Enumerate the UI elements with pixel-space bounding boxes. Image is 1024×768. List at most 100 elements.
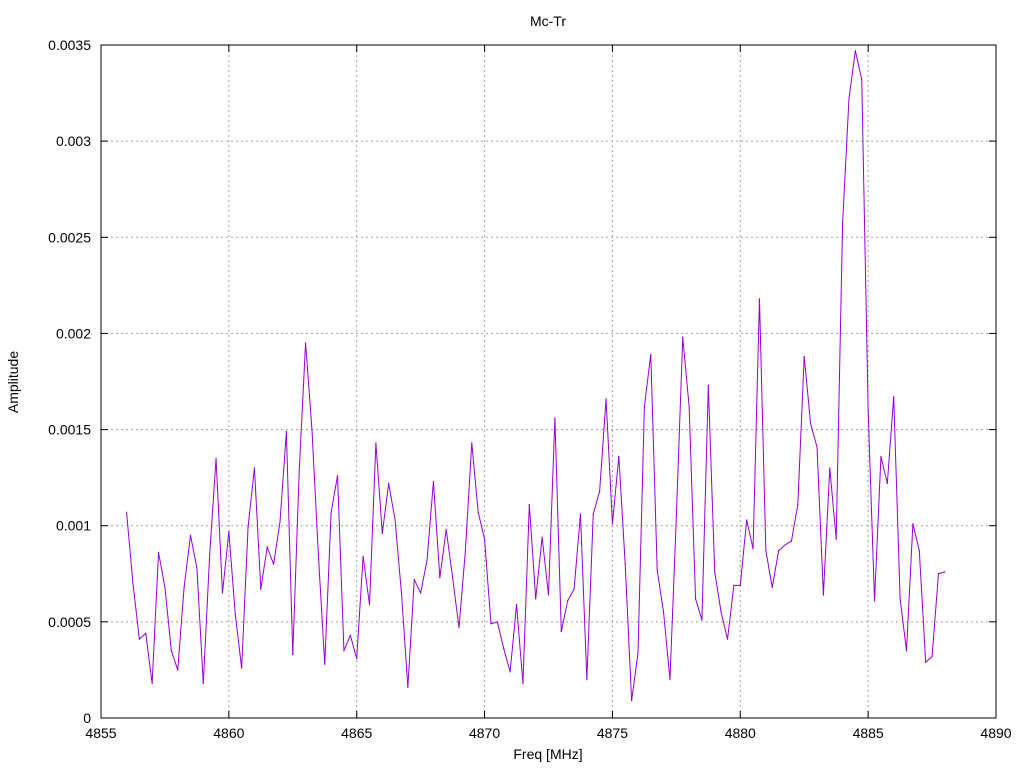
series-segment: [803, 356, 812, 425]
data-point: [675, 515, 677, 517]
series-segment: [298, 342, 307, 473]
series-segment: [842, 98, 850, 225]
y-axis-title: Amplitude: [5, 351, 21, 413]
data-point: [164, 586, 166, 588]
series-segment: [317, 554, 326, 665]
data-point: [579, 513, 582, 515]
series-segment: [739, 519, 748, 586]
data-point: [196, 567, 198, 569]
data-point: [247, 527, 249, 529]
x-tick-label: 4880: [725, 725, 756, 741]
y-tick-label: 0.002: [56, 325, 91, 341]
series-segment: [158, 552, 166, 588]
data-point: [592, 513, 594, 515]
data-point: [490, 623, 492, 625]
series-segment: [899, 598, 907, 652]
series-segment: [816, 446, 824, 596]
data-point: [797, 503, 799, 506]
data-point: [304, 342, 307, 344]
series-segment: [324, 511, 332, 665]
series-segment: [388, 482, 396, 521]
series-segment: [861, 79, 869, 411]
series-segment: [746, 519, 754, 550]
series-segment: [266, 546, 275, 565]
data-point: [234, 613, 236, 615]
data-point: [605, 398, 607, 400]
data-point: [426, 559, 428, 561]
data-point: [778, 550, 780, 552]
data-point: [835, 538, 837, 540]
data-point: [464, 550, 466, 552]
data-point: [209, 553, 211, 556]
series-segment: [656, 569, 665, 613]
data-point: [937, 573, 940, 575]
data-point: [503, 648, 505, 650]
series-segment: [535, 536, 543, 600]
series-segment: [682, 336, 690, 407]
series-segment: [228, 530, 236, 615]
y-tick-label: 0.003: [56, 133, 91, 149]
series-segment: [727, 584, 735, 640]
series-segment: [413, 579, 422, 594]
series-segment: [906, 523, 914, 652]
series-segment: [484, 538, 492, 625]
series-segment: [362, 555, 370, 606]
series-segment: [611, 455, 620, 525]
series-segment: [311, 429, 319, 556]
x-tick-label: 4890: [980, 725, 1011, 741]
data-point: [816, 446, 818, 448]
data-point: [912, 523, 914, 525]
series-segment: [650, 354, 658, 571]
series-segment: [707, 384, 716, 573]
data-point: [420, 592, 422, 594]
data-point: [771, 586, 773, 588]
series-segment: [177, 586, 185, 671]
series-segment: [643, 354, 652, 407]
series-segment: [579, 513, 588, 681]
data-point: [349, 634, 351, 636]
series-segment: [695, 598, 703, 621]
series-segment: [874, 455, 882, 602]
series-segment: [221, 530, 230, 594]
data-point: [707, 384, 709, 386]
data-point: [573, 588, 575, 590]
series-segment: [797, 356, 805, 506]
series-segment: [196, 567, 204, 684]
series-segment: [253, 467, 262, 590]
series-segment: [349, 634, 358, 659]
data-point: [324, 663, 326, 665]
series-segment: [758, 298, 767, 552]
data-point: [560, 630, 562, 633]
data-point: [496, 621, 498, 623]
series-segment: [669, 515, 677, 681]
series-segment: [918, 550, 927, 663]
data-point: [554, 417, 556, 419]
series-segment: [337, 475, 345, 652]
series-segment: [234, 613, 243, 669]
data-point: [458, 627, 460, 629]
data-point: [618, 455, 620, 458]
data-point: [189, 534, 192, 536]
data-point: [266, 546, 268, 548]
data-point: [362, 555, 364, 558]
series-segment: [509, 604, 518, 673]
data-point: [720, 611, 722, 613]
series-segment: [637, 406, 645, 654]
y-tick-label: 0.0015: [48, 422, 91, 438]
series-segment: [145, 632, 153, 684]
series-segment: [432, 480, 441, 579]
series-segment: [541, 536, 549, 596]
data-point: [541, 536, 543, 538]
data-point: [439, 577, 441, 579]
series-segment: [138, 632, 147, 640]
series-segment: [151, 552, 160, 684]
series-segment: [829, 467, 837, 540]
series-lines: [125, 50, 946, 702]
data-point: [662, 611, 665, 613]
series-segment: [516, 604, 524, 684]
data-point: [790, 540, 793, 542]
data-point: [586, 678, 588, 681]
data-point: [522, 682, 524, 684]
series-segment: [771, 550, 780, 588]
data-point: [157, 552, 160, 554]
